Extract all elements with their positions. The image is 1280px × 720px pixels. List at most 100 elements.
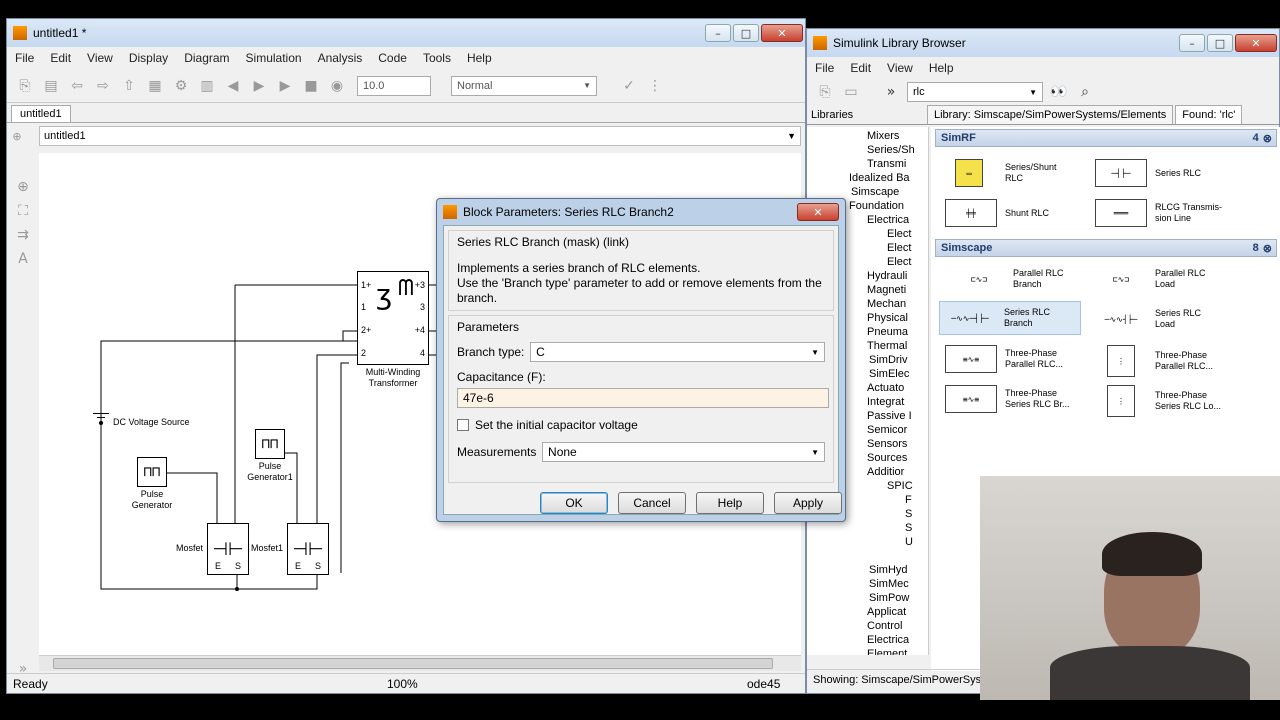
initial-voltage-checkbox[interactable] [457,419,469,431]
scroll-thumb[interactable] [53,658,773,669]
tree-item[interactable]: Idealized Ba [807,171,928,185]
measurements-select[interactable]: None ▼ [542,442,825,462]
run-icon[interactable]: ▶ [249,76,269,96]
record-icon[interactable]: ◉ [327,76,347,96]
library-search-input[interactable]: rlc ▼ [907,82,1043,102]
simscape-group-header[interactable]: Simscape 8 ⊗ [935,239,1277,257]
search-options-icon[interactable]: ⌕ [1075,82,1095,102]
collapse-icon[interactable]: ⊗ [1263,132,1276,145]
library-path-tab[interactable]: Library: Simscape/SimPowerSystems/Elemen… [927,105,1174,124]
close-button[interactable]: ✕ [1235,34,1277,52]
help-button[interactable]: Help [696,492,764,514]
tree-item[interactable]: Series/Sh [807,143,928,157]
lib-menu-view[interactable]: View [879,61,921,75]
settings-gear-icon[interactable]: ⚙ [171,76,191,96]
ok-button[interactable]: OK [540,492,608,514]
tree-item[interactable]: Applicat [807,605,928,619]
library-icon[interactable]: ▦ [145,76,165,96]
lib-block-series-rlc-load[interactable]: ─∿∿┤├─ Series RLC Load [1095,305,1201,333]
menu-help[interactable]: Help [459,51,500,65]
model-tab[interactable]: untitled1 [11,105,71,122]
branch-type-select[interactable]: C ▼ [530,342,825,362]
tree-item[interactable]: SimHyd [807,563,928,577]
collapse-icon[interactable]: ⊗ [1263,242,1276,255]
tree-item[interactable]: S [807,521,928,535]
mosfet1-block[interactable]: ⊣⊢ [287,523,329,575]
lib-menu-help[interactable]: Help [921,61,962,75]
menu-tools[interactable]: Tools [415,51,459,65]
new-model-icon[interactable]: ⎘ [815,82,835,102]
tree-item[interactable]: Element [807,647,928,655]
capacitance-input[interactable]: 47e-6 [457,388,829,408]
lib-block-parallel-rlc-branch[interactable]: ⊏∿⊐ Parallel RLC Branch [953,265,1064,293]
dc-voltage-source-block[interactable] [93,405,109,425]
build-icon[interactable]: ⋮ [645,76,665,96]
tree-item[interactable]: Control [807,619,928,633]
dialog-close-button[interactable]: ✕ [797,203,839,221]
forward-icon[interactable]: ⇨ [93,76,113,96]
tree-item[interactable]: SimPow [807,591,928,605]
hide-browser-icon[interactable]: ⊕ [7,126,27,146]
fit-view-icon[interactable]: ⛶ [13,201,33,221]
stop-time-input[interactable]: 10.0 [357,75,431,96]
tree-item[interactable]: Transmi [807,157,928,171]
lib-menu-edit[interactable]: Edit [842,61,879,75]
chevron-down-icon[interactable]: ▼ [787,131,800,141]
menu-simulation[interactable]: Simulation [238,51,310,65]
tree-item[interactable]: Mixers [807,129,928,143]
menu-analysis[interactable]: Analysis [310,51,371,65]
lib-block-rlcg-line[interactable]: ═══ RLCG Transmis- sion Line [1095,199,1222,227]
tree-item[interactable]: SimMec [807,577,928,591]
tree-item[interactable]: Simscape [807,185,928,199]
step-forward-icon[interactable]: ▶ [275,76,295,96]
open-folder-icon[interactable]: ▭ [841,82,861,102]
mosfet-block[interactable]: ⊣⊢ [207,523,249,575]
minimize-button[interactable]: – [705,24,731,42]
up-icon[interactable]: ⇧ [119,76,139,96]
tree-item[interactable]: U [807,535,928,549]
lib-menu-file[interactable]: File [807,61,842,75]
zoom-icon[interactable]: ⊕ [13,177,33,197]
new-model-icon[interactable]: ⎘ [15,76,35,96]
lib-block-3ph-parallel-rlc-branch[interactable]: ≡∿≡ Three-Phase Parallel RLC... [945,345,1063,373]
pulse-generator1-block[interactable]: ⊓⊓ [255,429,285,459]
check-icon[interactable]: ✓ [619,76,639,96]
menu-view[interactable]: View [79,51,121,65]
lib-block-series-rlc[interactable]: ─┤├─ Series RLC [1095,159,1201,187]
apply-button[interactable]: Apply [774,492,842,514]
step-back-icon[interactable]: ◀ [223,76,243,96]
config-icon[interactable]: ▥ [197,76,217,96]
arrow-icon[interactable]: ⇉ [13,225,33,245]
found-tab[interactable]: Found: 'rlc' [1175,105,1243,124]
back-icon[interactable]: ⇦ [67,76,87,96]
lib-block-series-shunt-rlc[interactable]: ▭ Series/Shunt RLC [955,159,1057,187]
tree-item[interactable]: Electrica [807,633,928,647]
menu-file[interactable]: File [7,51,42,65]
maximize-button[interactable]: □ [1207,34,1233,52]
multi-winding-transformer-block[interactable]: 1+ 1 2+ 2 +3 3 +4 4 ʒ ᗰ [357,271,429,365]
menu-display[interactable]: Display [121,51,176,65]
lib-block-3ph-parallel-rlc-load[interactable]: ⋮ Three-Phase Parallel RLC... [1095,345,1213,377]
binoculars-icon[interactable]: 👀 [1049,82,1069,102]
lib-block-parallel-rlc-load[interactable]: ⊏∿⊐ Parallel RLC Load [1095,265,1206,293]
more-icon[interactable]: » [881,82,901,102]
simrf-group-header[interactable]: SimRF 4 ⊗ [935,129,1277,147]
minimize-button[interactable]: – [1179,34,1205,52]
sim-mode-select[interactable]: Normal ▼ [451,75,597,96]
maximize-button[interactable]: □ [733,24,759,42]
lib-block-series-rlc-branch[interactable]: ─∿∿─┤├─ Series RLC Branch [939,301,1081,335]
stop-icon[interactable]: ■ [301,76,321,96]
pulse-generator-block[interactable]: ⊓⊓ [137,457,167,487]
menu-edit[interactable]: Edit [42,51,79,65]
lib-block-3ph-series-rlc-branch[interactable]: ≡∿≡ Three-Phase Series RLC Br... [945,385,1070,413]
close-button[interactable]: ✕ [761,24,803,42]
save-icon[interactable]: ▤ [41,76,61,96]
menu-diagram[interactable]: Diagram [176,51,237,65]
horizontal-scrollbar[interactable] [39,655,801,671]
lib-block-3ph-series-rlc-load[interactable]: ⋮ Three-Phase Series RLC Lo... [1095,385,1221,417]
cancel-button[interactable]: Cancel [618,492,686,514]
lib-block-shunt-rlc[interactable]: ╪╪ Shunt RLC [945,199,1049,227]
annotation-icon[interactable]: A [13,249,33,269]
libraries-tab[interactable]: Libraries [807,106,927,124]
menu-code[interactable]: Code [370,51,415,65]
